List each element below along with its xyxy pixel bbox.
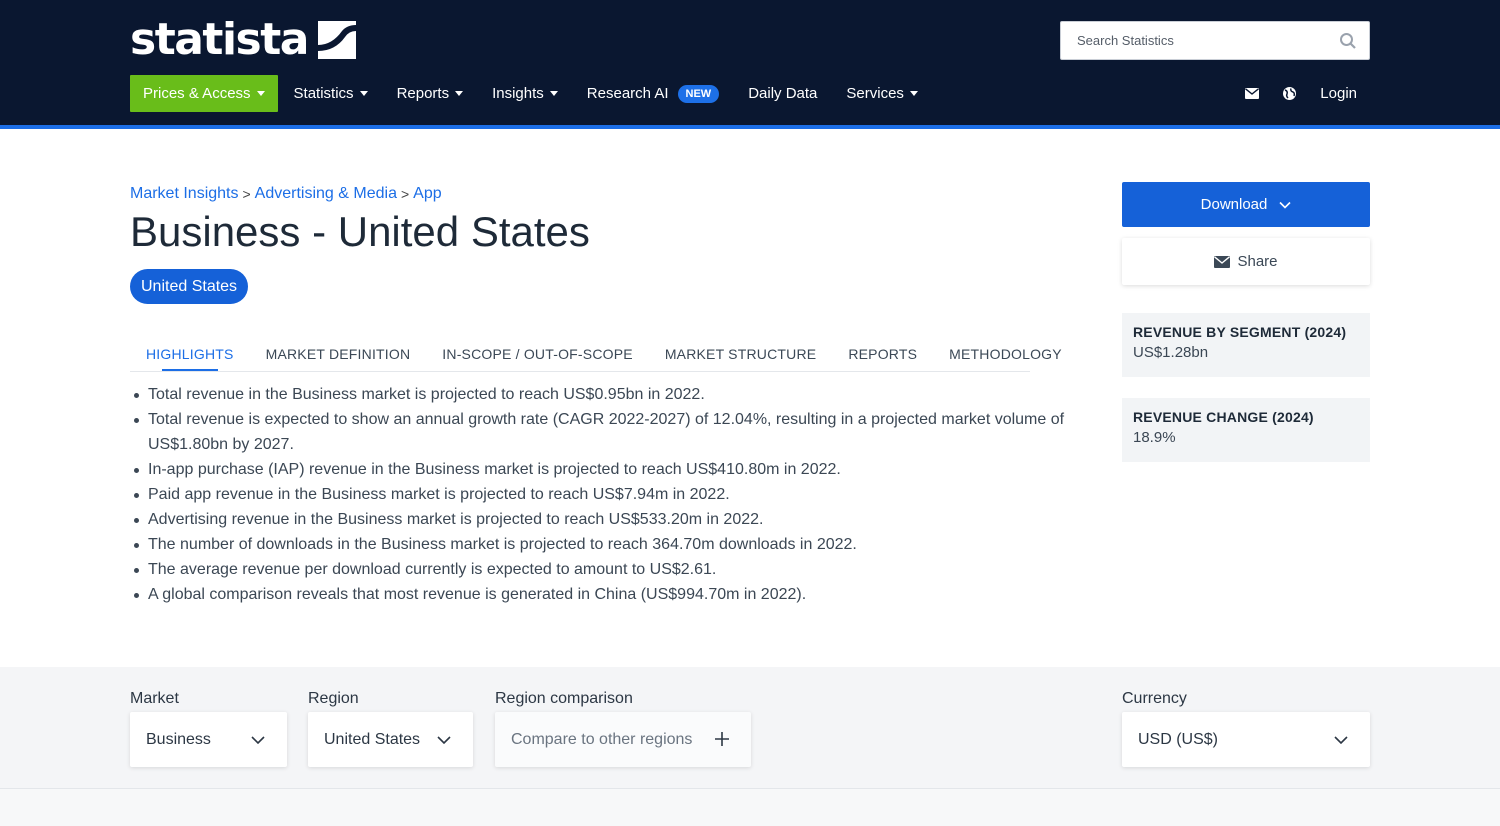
market-select[interactable]: Business <box>130 712 287 767</box>
breadcrumb-separator: > <box>242 186 251 202</box>
currency-label: Currency <box>1122 690 1187 707</box>
currency-value: USD (US$) <box>1138 730 1219 748</box>
nav-insights[interactable]: Insights <box>492 75 558 112</box>
download-label: Download <box>1200 196 1268 213</box>
site-header: statista Prices & Access Statistics Repo… <box>0 0 1500 129</box>
chevron-down-icon <box>1279 201 1291 209</box>
tab-market-definition[interactable]: MARKET DEFINITION <box>250 338 427 371</box>
nav-daily-data[interactable]: Daily Data <box>748 75 817 112</box>
caret-down-icon <box>549 91 558 96</box>
stat-card-revenue-change: REVENUE CHANGE (2024) 18.9% <box>1122 398 1370 462</box>
region-value: United States <box>324 730 421 748</box>
envelope-icon <box>1214 255 1231 268</box>
region-pill[interactable]: United States <box>130 269 249 304</box>
list-item: In-app purchase (IAP) revenue in the Bus… <box>130 457 1090 482</box>
caret-down-icon <box>909 91 918 96</box>
stat-value: US$1.28bn <box>1133 344 1209 361</box>
stat-label: REVENUE CHANGE (2024) <box>1133 409 1314 425</box>
highlights-list: Total revenue in the Business market is … <box>130 382 1090 607</box>
content-tabs: HIGHLIGHTS MARKET DEFINITION IN-SCOPE / … <box>130 338 1062 372</box>
list-item: Paid app revenue in the Business market … <box>130 482 1090 507</box>
tab-in-scope[interactable]: IN-SCOPE / OUT-OF-SCOPE <box>426 338 649 371</box>
market-label: Market <box>130 690 179 707</box>
share-button[interactable]: Share <box>1122 238 1370 285</box>
breadcrumb-link[interactable]: Advertising & Media <box>255 185 397 203</box>
list-item: The average revenue per download current… <box>130 557 1090 582</box>
mail-icon[interactable] <box>1244 86 1259 101</box>
breadcrumb-link[interactable]: App <box>413 185 441 203</box>
search-icon[interactable] <box>1339 32 1357 50</box>
caret-down-icon <box>359 91 368 96</box>
nav-label: Services <box>846 85 904 102</box>
currency-select[interactable]: USD (US$) <box>1122 712 1370 767</box>
login-link[interactable]: Login <box>1320 85 1357 102</box>
page-bottom-strip <box>0 789 1500 826</box>
nav-prices-access[interactable]: Prices & Access <box>130 75 278 112</box>
list-item: Total revenue in the Business market is … <box>130 382 1090 407</box>
tab-market-structure[interactable]: MARKET STRUCTURE <box>649 338 833 371</box>
region-label: Region <box>308 690 359 707</box>
region-comparison-label: Region comparison <box>495 690 633 707</box>
nav-label: Reports <box>396 85 450 102</box>
nav-label: Research AI <box>586 85 669 102</box>
breadcrumb-separator: > <box>400 186 410 202</box>
tab-highlights[interactable]: HIGHLIGHTS <box>130 338 250 371</box>
stat-card-revenue-segment: REVENUE BY SEGMENT (2024) US$1.28bn <box>1122 313 1370 377</box>
nav-research-ai[interactable]: Research AI NEW <box>586 75 720 112</box>
nav-label: Daily Data <box>748 85 818 102</box>
nav-label: Statistics <box>293 85 354 102</box>
nav-right: Login <box>1244 75 1357 112</box>
list-item: The number of downloads in the Business … <box>130 532 1090 557</box>
breadcrumb-link[interactable]: Market Insights <box>130 185 238 203</box>
chevron-down-icon <box>1334 736 1348 744</box>
tab-methodology[interactable]: METHODOLOGY <box>933 338 1078 371</box>
page-title: Business - United States <box>130 208 590 255</box>
nav-statistics[interactable]: Statistics <box>294 75 368 112</box>
nav-label: Insights <box>492 85 544 102</box>
globe-icon[interactable] <box>1282 86 1297 101</box>
download-button[interactable]: Download <box>1122 182 1370 227</box>
share-label: Share <box>1237 253 1278 270</box>
list-item: A global comparison reveals that most re… <box>130 582 1090 607</box>
region-comparison-button[interactable]: Compare to other regions <box>495 712 751 767</box>
caret-down-icon <box>256 91 265 96</box>
nav-label: Prices & Access <box>143 85 251 102</box>
comparison-value: Compare to other regions <box>511 730 693 748</box>
logo-text: statista <box>130 14 309 65</box>
list-item: Total revenue is expected to show an ann… <box>130 407 1090 457</box>
list-item: Advertising revenue in the Business mark… <box>130 507 1090 532</box>
tab-reports[interactable]: REPORTS <box>832 338 933 371</box>
nav-services[interactable]: Services <box>846 75 918 112</box>
main-nav: Prices & Access Statistics Reports Insig… <box>130 75 947 112</box>
market-value: Business <box>146 730 211 748</box>
chevron-down-icon <box>251 736 265 744</box>
caret-down-icon <box>455 91 464 96</box>
new-badge: NEW <box>677 84 720 103</box>
region-select[interactable]: United States <box>308 712 473 767</box>
logo-mark-icon <box>317 21 356 59</box>
plus-icon <box>715 732 729 746</box>
stat-label: REVENUE BY SEGMENT (2024) <box>1133 324 1347 340</box>
breadcrumb: Market Insights > Advertising & Media > … <box>130 185 442 203</box>
search-input[interactable] <box>1077 33 1327 48</box>
chevron-down-icon <box>437 736 451 744</box>
nav-reports[interactable]: Reports <box>397 75 464 112</box>
statista-logo[interactable]: statista <box>130 14 356 66</box>
stat-value: 18.9% <box>1133 429 1176 446</box>
search-box <box>1060 21 1370 60</box>
